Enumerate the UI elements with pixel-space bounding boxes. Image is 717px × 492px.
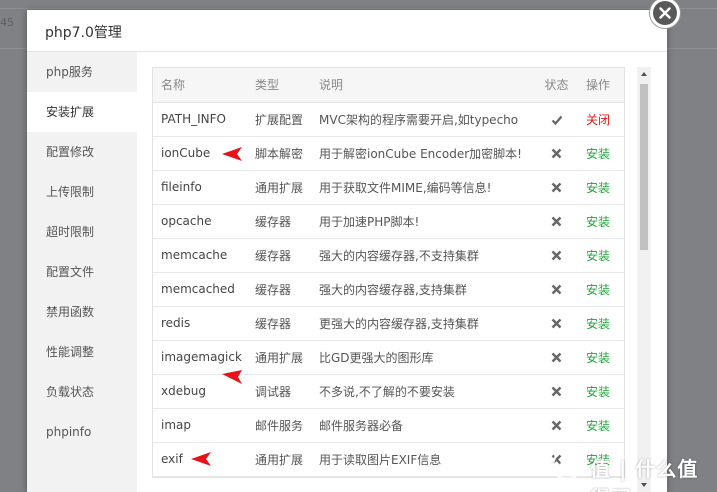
table-row: redis 缓存器 更强大的内容缓存器,支持集群 安装: [153, 306, 624, 341]
extension-type: 通用扩展: [247, 442, 311, 477]
table-header-row: 名称 类型 说明 状态 操作: [153, 68, 624, 103]
cross-icon: [535, 306, 578, 341]
background-line: [0, 8, 717, 9]
sidebar-item[interactable]: phpinfo: [27, 412, 137, 452]
install-link[interactable]: 安装: [578, 272, 624, 307]
annotation-arrow-icon: [222, 370, 242, 384]
install-link[interactable]: 安装: [578, 238, 624, 273]
extension-name: memcache: [153, 238, 247, 273]
extension-type: 缓存器: [247, 272, 311, 307]
install-link[interactable]: 安装: [578, 170, 624, 205]
column-header-desc: 说明: [311, 68, 535, 103]
sidebar-item[interactable]: 配置文件: [27, 252, 137, 292]
extension-name: imap: [153, 408, 247, 443]
extension-name: fileinfo: [153, 170, 247, 205]
modal-header: php7.0管理: [27, 10, 667, 52]
sidebar-item[interactable]: 性能调整: [27, 332, 137, 372]
install-link[interactable]: 安装: [578, 204, 624, 239]
extension-name: redis: [153, 306, 247, 341]
modal-title: php7.0管理: [45, 25, 122, 41]
extension-type: 缓存器: [247, 238, 311, 273]
extension-desc: 用于解密ionCube Encoder加密脚本!: [311, 136, 535, 171]
close-icon: [653, 1, 677, 25]
watermark-logo: 值 | 什么值得买: [548, 448, 713, 492]
extension-type: 缓存器: [247, 306, 311, 341]
install-link[interactable]: 安装: [578, 340, 624, 375]
cross-icon: [535, 272, 578, 307]
table-row: PATH_INFO 扩展配置 MVC架构的程序需要开启,如typecho 关闭: [153, 102, 624, 137]
extension-desc: 更强大的内容缓存器,支持集群: [311, 306, 535, 341]
install-link[interactable]: 安装: [578, 374, 624, 409]
extension-desc: 用于读取图片EXIF信息: [311, 442, 535, 477]
check-icon: [535, 102, 578, 137]
sidebar-item[interactable]: 超时限制: [27, 212, 137, 252]
extension-desc: 强大的内容缓存器,支持集群: [311, 272, 535, 307]
sidebar-item[interactable]: php服务: [27, 52, 137, 92]
table-row: imap 邮件服务 邮件服务器必备 安装: [153, 408, 624, 443]
extension-name: opcache: [153, 204, 247, 239]
table-scrollbar[interactable]: [637, 67, 651, 492]
cross-icon: [535, 204, 578, 239]
column-header-type: 类型: [247, 68, 311, 103]
watermark-badge-icon: [551, 449, 583, 481]
extension-type: 扩展配置: [247, 102, 311, 137]
sidebar-item[interactable]: 禁用函数: [27, 292, 137, 332]
php-manage-modal: php7.0管理 php服务 安装扩展 配置修改 上传限制 超时限制 配置文件 禁用函数 性能…: [27, 10, 667, 492]
sidebar-item[interactable]: 负载状态: [27, 372, 137, 412]
column-header-status: 状态: [535, 68, 578, 103]
scroll-up-arrow-icon[interactable]: [637, 67, 651, 81]
install-link[interactable]: 安装: [578, 306, 624, 341]
extension-type: 调试器: [247, 374, 311, 409]
disable-link[interactable]: 关闭: [578, 102, 624, 137]
annotation-arrow-icon: [222, 147, 242, 161]
cross-icon: [535, 238, 578, 273]
cross-icon: [535, 408, 578, 443]
scroll-thumb[interactable]: [640, 84, 648, 250]
extension-type: 通用扩展: [247, 170, 311, 205]
extension-desc: 强大的内容缓存器,不支持集群: [311, 238, 535, 273]
column-header-op: 操作: [578, 68, 624, 103]
cross-icon: [535, 374, 578, 409]
sidebar-item[interactable]: 上传限制: [27, 172, 137, 212]
annotation-arrow-icon: [191, 452, 211, 466]
sidebar-item[interactable]: 安装扩展: [27, 92, 137, 132]
install-link[interactable]: 安装: [578, 136, 624, 171]
table-row: memcached 缓存器 强大的内容缓存器,支持集群 安装: [153, 272, 624, 307]
watermark-text: 值 | 什么值得买: [590, 457, 699, 492]
table-row: fileinfo 通用扩展 用于获取文件MIME,编码等信息! 安装: [153, 170, 624, 205]
cross-icon: [535, 340, 578, 375]
background-corner-text: 45: [0, 16, 14, 29]
extension-desc: 用于加速PHP脚本!: [311, 204, 535, 239]
extension-desc: 邮件服务器必备: [311, 408, 535, 443]
extension-name: PATH_INFO: [153, 102, 247, 137]
extension-desc: 不多说,不了解的不要安装: [311, 374, 535, 409]
column-header-name: 名称: [153, 68, 247, 103]
extension-table-area: 名称 类型 说明 状态 操作 PATH_INFO 扩展配置 MVC架构的程序需要开启…: [152, 67, 649, 492]
table-row: opcache 缓存器 用于加速PHP脚本! 安装: [153, 204, 624, 239]
extension-type: 脚本解密: [247, 136, 311, 171]
install-link[interactable]: 安装: [578, 408, 624, 443]
cross-icon: [535, 136, 578, 171]
extension-type: 邮件服务: [247, 408, 311, 443]
sidebar-item[interactable]: 配置修改: [27, 132, 137, 172]
extension-table-wrapper: 名称 类型 说明 状态 操作 PATH_INFO 扩展配置 MVC架构的程序需要开启…: [152, 67, 625, 478]
extension-type: 通用扩展: [247, 340, 311, 375]
table-row: memcache 缓存器 强大的内容缓存器,不支持集群 安装: [153, 238, 624, 273]
extension-name: memcached: [153, 272, 247, 307]
extension-table: 名称 类型 说明 状态 操作 PATH_INFO 扩展配置 MVC架构的程序需要开启…: [153, 68, 624, 477]
extension-desc: 比GD更强大的图形库: [311, 340, 535, 375]
extension-desc: MVC架构的程序需要开启,如typecho: [311, 102, 535, 137]
extension-type: 缓存器: [247, 204, 311, 239]
extension-desc: 用于获取文件MIME,编码等信息!: [311, 170, 535, 205]
cross-icon: [535, 170, 578, 205]
sidebar: php服务 安装扩展 配置修改 上传限制 超时限制 配置文件 禁用函数 性能调整 负载状态 php…: [27, 52, 137, 492]
